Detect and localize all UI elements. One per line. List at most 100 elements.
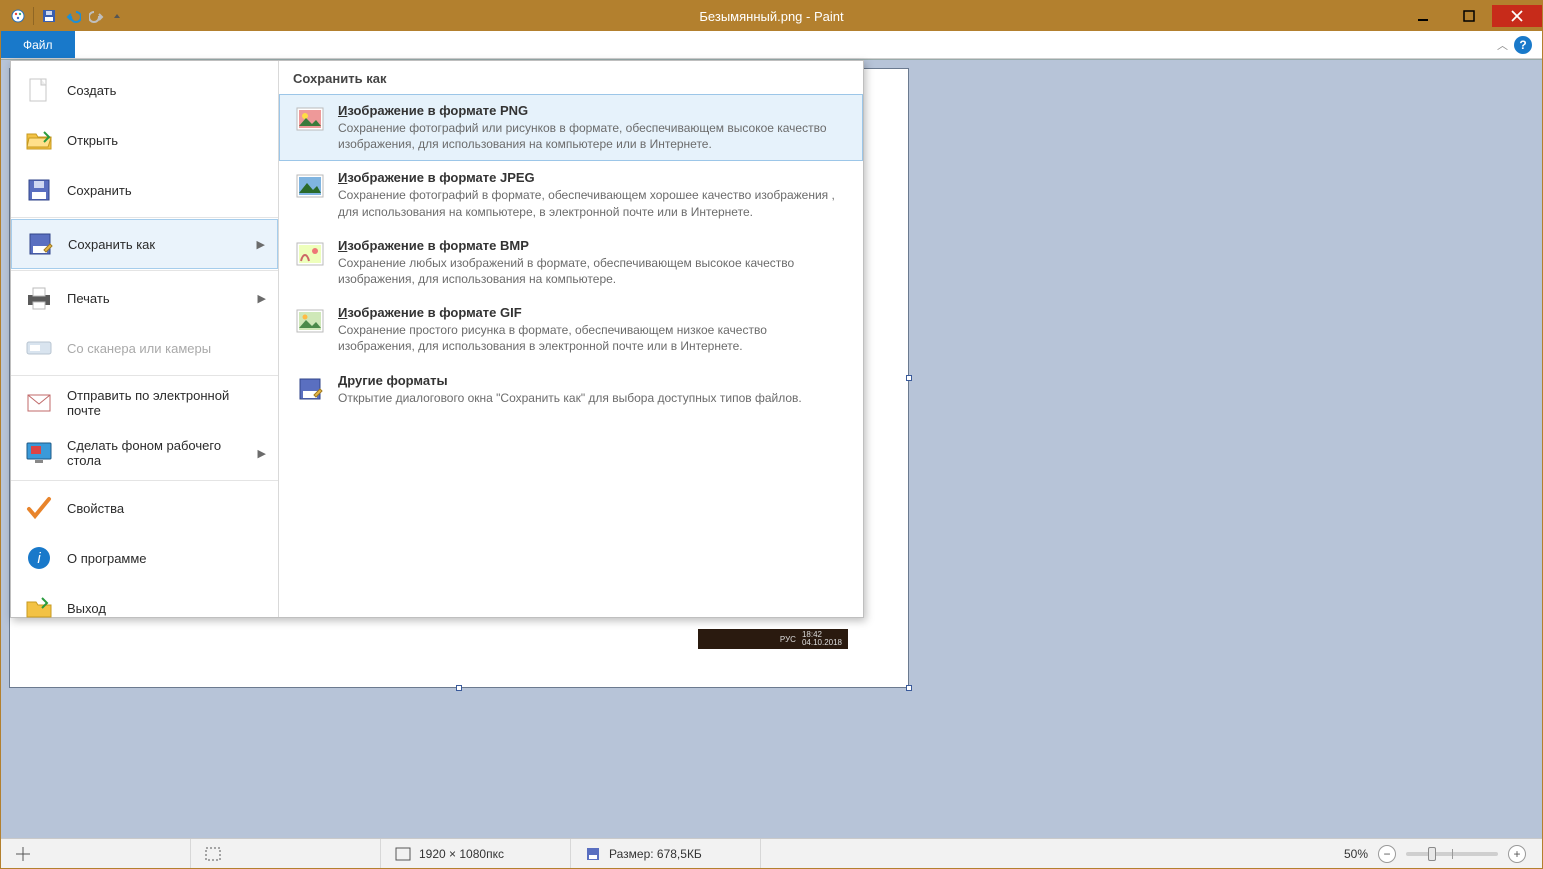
submenu-arrow-icon: ▶	[258, 292, 266, 305]
menu-label: Создать	[67, 83, 116, 98]
save-icon[interactable]	[38, 5, 60, 27]
format-title: Изображение в формате GIF	[338, 305, 838, 320]
qat-customize-icon[interactable]	[110, 5, 124, 27]
close-button[interactable]	[1492, 5, 1542, 27]
tray-date: 04.10.2018	[802, 639, 842, 647]
minimize-button[interactable]	[1400, 5, 1446, 27]
resize-handle-east[interactable]	[906, 375, 912, 381]
disk-icon	[585, 846, 601, 862]
status-bar: 1920 × 1080пкс Размер: 678,5КБ 50% − +	[1, 838, 1542, 868]
ribbon-collapse-icon[interactable]: ︿	[1497, 37, 1508, 53]
menu-item-email[interactable]: Отправить по электронной почте	[11, 378, 278, 428]
format-desc: Сохранение фотографий или рисунков в фор…	[338, 120, 838, 152]
zoom-level: 50%	[1344, 847, 1368, 861]
dimensions-icon	[395, 846, 411, 862]
info-icon: i	[23, 542, 55, 574]
undo-icon[interactable]	[62, 5, 84, 27]
status-dimensions: 1920 × 1080пкс	[381, 839, 571, 868]
qat-separator	[33, 7, 34, 25]
file-menu-left: Создать Открыть Сохранить Сохранить как …	[11, 61, 279, 617]
save-as-icon	[24, 228, 56, 260]
status-selection	[191, 839, 381, 868]
ribbon-tabs: Файл ︿ ?	[1, 31, 1542, 59]
save-as-other[interactable]: Другие форматы Открытие диалогового окна…	[279, 364, 863, 415]
status-cursor-pos	[1, 839, 191, 868]
save-as-gif[interactable]: Изображение в формате GIF Сохранение про…	[279, 296, 863, 363]
menu-item-open[interactable]: Открыть	[11, 115, 278, 165]
paint-app-icon[interactable]	[7, 5, 29, 27]
format-title: Изображение в формате BMP	[338, 238, 838, 253]
desktop-icon	[23, 437, 55, 469]
menu-label: Со сканера или камеры	[67, 341, 211, 356]
zoom-controls: 50% − +	[1328, 845, 1542, 863]
other-formats-icon	[294, 373, 326, 405]
help-icon[interactable]: ?	[1514, 36, 1532, 54]
format-desc: Открытие диалогового окна "Сохранить как…	[338, 390, 802, 406]
format-desc: Сохранение любых изображений в формате, …	[338, 255, 838, 287]
submenu-arrow-icon: ▶	[257, 238, 265, 251]
bmp-icon	[294, 238, 326, 270]
menu-label: Выход	[67, 601, 106, 616]
menu-label: Печать	[67, 291, 110, 306]
selection-icon	[205, 846, 221, 862]
menu-label: Открыть	[67, 133, 118, 148]
quick-access-toolbar	[1, 5, 124, 27]
menu-label: О программе	[67, 551, 147, 566]
menu-item-properties[interactable]: Свойства	[11, 483, 278, 533]
menu-item-save[interactable]: Сохранить	[11, 165, 278, 215]
checkmark-icon	[23, 492, 55, 524]
menu-label: Свойства	[67, 501, 124, 516]
new-file-icon	[23, 74, 55, 106]
gif-icon	[294, 305, 326, 337]
exit-icon	[23, 592, 55, 624]
menu-item-about[interactable]: i О программе	[11, 533, 278, 583]
menu-label: Сохранить	[67, 183, 132, 198]
menu-label: Сохранить как	[68, 237, 155, 252]
menu-item-exit[interactable]: Выход	[11, 583, 278, 633]
format-desc: Сохранение простого рисунка в формате, о…	[338, 322, 838, 354]
resize-handle-southeast[interactable]	[906, 685, 912, 691]
save-as-png[interactable]: Изображение в формате PNG Сохранение фот…	[279, 94, 863, 161]
png-icon	[294, 103, 326, 135]
open-folder-icon	[23, 124, 55, 156]
submenu-header: Сохранить как	[279, 61, 863, 94]
resize-handle-south[interactable]	[456, 685, 462, 691]
zoom-slider-thumb[interactable]	[1428, 847, 1436, 861]
menu-separator	[11, 270, 278, 271]
zoom-slider[interactable]	[1406, 852, 1498, 856]
menu-item-new[interactable]: Создать	[11, 65, 278, 115]
menu-label: Отправить по электронной почте	[67, 388, 266, 418]
menu-separator	[11, 217, 278, 218]
redo-icon[interactable]	[86, 5, 108, 27]
window-title: Безымянный.png - Paint	[699, 9, 843, 24]
menu-separator	[11, 375, 278, 376]
dimensions-text: 1920 × 1080пкс	[419, 847, 504, 861]
window-controls	[1400, 5, 1542, 27]
format-title: Изображение в формате JPEG	[338, 170, 838, 185]
zoom-slider-mid	[1452, 849, 1453, 859]
crosshair-icon	[15, 846, 31, 862]
menu-item-print[interactable]: Печать ▶	[11, 273, 278, 323]
maximize-button[interactable]	[1446, 5, 1492, 27]
save-as-bmp[interactable]: Изображение в формате BMP Сохранение люб…	[279, 229, 863, 296]
format-title: Другие форматы	[338, 373, 802, 388]
file-menu: Создать Открыть Сохранить Сохранить как …	[10, 60, 864, 618]
status-filesize: Размер: 678,5КБ	[571, 839, 761, 868]
menu-item-wallpaper[interactable]: Сделать фоном рабочего стола ▶	[11, 428, 278, 478]
format-title: Изображение в формате PNG	[338, 103, 838, 118]
menu-item-save-as[interactable]: Сохранить как ▶	[11, 219, 278, 269]
save-as-jpeg[interactable]: Изображение в формате JPEG Сохранение фо…	[279, 161, 863, 228]
scanner-icon	[23, 332, 55, 364]
title-bar: Безымянный.png - Paint	[1, 1, 1542, 31]
file-tab[interactable]: Файл	[1, 31, 75, 58]
email-icon	[23, 387, 55, 419]
zoom-in-button[interactable]: +	[1508, 845, 1526, 863]
tray-lang: РУС	[780, 635, 796, 644]
jpeg-icon	[294, 170, 326, 202]
file-menu-right: Сохранить как Изображение в формате PNG …	[279, 61, 863, 617]
embedded-taskbar: РУС 18:42 04.10.2018	[698, 629, 848, 649]
printer-icon	[23, 282, 55, 314]
zoom-out-button[interactable]: −	[1378, 845, 1396, 863]
save-disk-icon	[23, 174, 55, 206]
format-desc: Сохранение фотографий в формате, обеспеч…	[338, 187, 838, 219]
